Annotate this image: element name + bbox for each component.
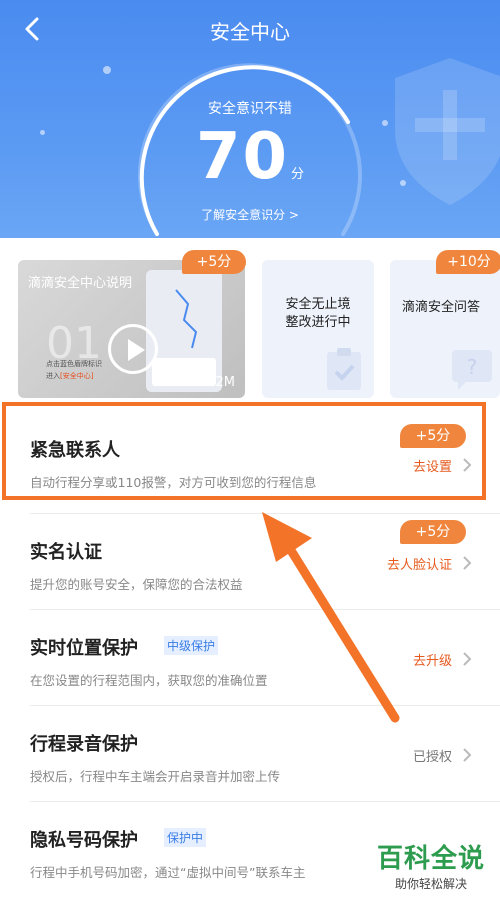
pointer-arrow-icon <box>262 512 400 723</box>
watermark-subtitle: 助你轻松解决 <box>394 877 467 891</box>
watermark-title: 百科全说 <box>376 844 485 874</box>
watermark: 百科全说 助你轻松解决 <box>372 838 490 892</box>
